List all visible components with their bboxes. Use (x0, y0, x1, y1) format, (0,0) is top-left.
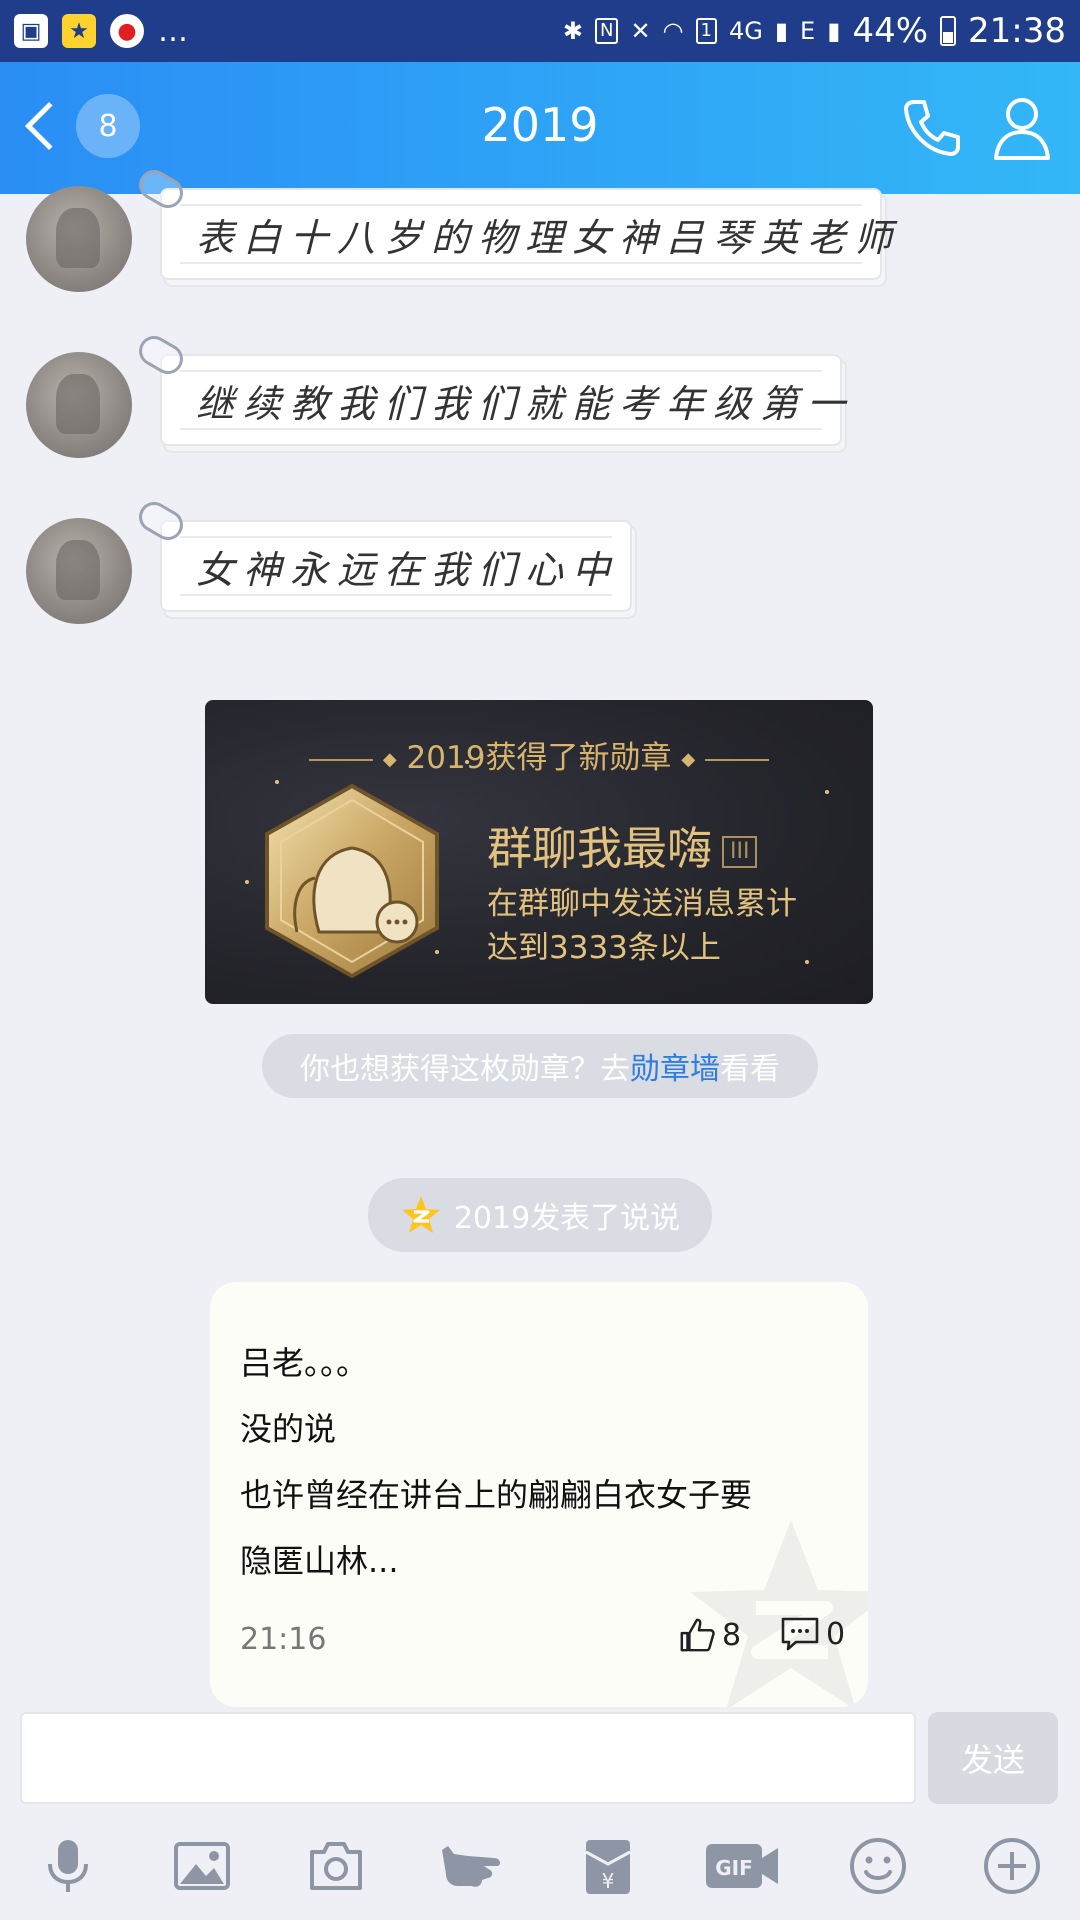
post-line: 吕老。。。 (240, 1344, 369, 1382)
sparkle-decoration (805, 960, 809, 964)
medal-badge-icon (265, 783, 439, 979)
battery-percent: 44% (852, 11, 929, 51)
emoji-icon[interactable] (848, 1836, 908, 1896)
qzone-post-text: 2019发表了说说 (453, 1201, 681, 1236)
record-icon: ● (110, 14, 144, 48)
nfc-icon: N (594, 18, 619, 44)
qzone-post-pill[interactable]: 2019发表了说说 (368, 1178, 712, 1252)
network-type-2: E (800, 17, 816, 45)
sparkle-decoration (825, 790, 829, 794)
medal-wall-link[interactable]: 勋章墙 (630, 1044, 720, 1088)
message-bubble[interactable]: 女神永远在我们心中 (160, 520, 632, 612)
medal-desc-line: 达到3333条以上 (487, 930, 721, 966)
signal-icon: ▮ (774, 17, 789, 45)
comment-button[interactable]: 0 (780, 1616, 845, 1652)
message-input[interactable] (20, 1712, 916, 1804)
wifi-icon: ◠ (662, 17, 684, 45)
message-text: 继续教我们我们就能考年级第一 (196, 381, 855, 426)
medal-hint-suffix: 看看 (720, 1052, 780, 1087)
qzone-star-icon (401, 1196, 440, 1233)
message-bubble[interactable]: 表白十八岁的物理女神吕琴英老师 (160, 188, 892, 280)
medal-hint-text: 你也想获得这枚勋章？去 (300, 1052, 630, 1087)
gif-icon[interactable]: GIF (704, 1836, 780, 1896)
battery-icon (940, 16, 957, 46)
bluetooth-icon: ✱ (562, 17, 583, 45)
qzone-post-card[interactable]: 吕老。。。 没的说 也许曾经在讲台上的翩翩白衣女子要 隐匿山林... 21:16… (210, 1282, 868, 1707)
sparkle-decoration (435, 950, 439, 954)
poke-hand-icon[interactable] (438, 1836, 510, 1896)
send-button[interactable]: 发送 (928, 1712, 1058, 1804)
sparkle-decoration (245, 880, 249, 884)
message-text: 女神永远在我们心中 (196, 547, 620, 592)
svg-text:GIF: GIF (715, 1856, 753, 1880)
status-bar: ▣ ★ ● … ✱ N ✕ ◠ 1 4G ▮ E ▮ 44% 21:38 (0, 0, 1080, 62)
medal-name-text: 群聊我最嗨 (487, 822, 713, 875)
medal-desc-line: 在群聊中发送消息累计 (487, 886, 797, 922)
avatar[interactable] (26, 518, 132, 624)
sim-indicator: 1 (695, 18, 717, 44)
medal-heading: ◆ 2019获得了新勋章 ◆ (205, 732, 873, 777)
svg-text:¥: ¥ (602, 1869, 615, 1893)
comment-icon (781, 1617, 819, 1651)
medal-hint-pill: 你也想获得这枚勋章？去 勋章墙 看看 (262, 1034, 818, 1098)
image-icon: ▣ (14, 14, 48, 48)
thumbs-up-icon (680, 1618, 715, 1652)
plus-more-icon[interactable] (982, 1836, 1042, 1896)
more-notifications: … (158, 13, 190, 49)
comment-count: 0 (826, 1616, 846, 1652)
image-picker-icon[interactable] (172, 1836, 232, 1896)
message-text: 表白十八岁的物理女神吕琴英老师 (196, 215, 902, 260)
avatar[interactable] (26, 186, 132, 292)
medal-description: 在群聊中发送消息累计 达到3333条以上 (487, 882, 797, 970)
post-line: 没的说 (240, 1410, 337, 1448)
post-line: 隐匿山林... (240, 1542, 399, 1580)
like-count: 8 (722, 1617, 742, 1653)
medal-heading-text: 2019获得了新勋章 (406, 740, 672, 776)
clock: 21:38 (968, 11, 1066, 51)
qzone-star-icon: ★ (62, 14, 96, 48)
signal-icon-2: ▮ (827, 17, 841, 45)
medal-card[interactable]: ◆ 2019获得了新勋章 ◆ 群聊我最嗨 III 在群聊中发送消息累计 达到333… (205, 700, 873, 1004)
medal-name: 群聊我最嗨 III (487, 812, 758, 877)
post-timestamp: 21:16 (240, 1622, 327, 1657)
red-packet-icon[interactable]: ¥ (578, 1836, 638, 1896)
medal-level-badge: III (722, 836, 758, 868)
post-line: 也许曾经在讲台上的翩翩白衣女子要 (240, 1476, 753, 1514)
like-button[interactable]: 8 (678, 1616, 741, 1654)
message-bubble[interactable]: 继续教我们我们就能考年级第一 (160, 354, 845, 446)
group-profile-icon[interactable] (990, 94, 1054, 162)
avatar[interactable] (26, 352, 132, 458)
network-type: 4G (728, 17, 763, 45)
mute-icon: ✕ (630, 17, 651, 45)
camera-icon[interactable] (306, 1836, 366, 1896)
qzone-watermark-icon (690, 1520, 868, 1707)
sparkle-decoration (275, 780, 279, 784)
phone-call-icon[interactable] (900, 96, 964, 160)
microphone-icon[interactable] (38, 1836, 98, 1896)
sparkle-decoration (465, 760, 469, 764)
